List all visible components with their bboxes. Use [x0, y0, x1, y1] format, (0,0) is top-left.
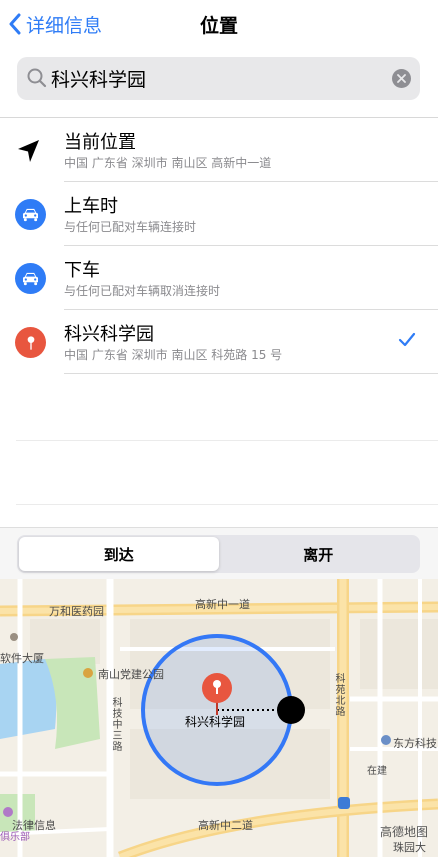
car-icon: [15, 263, 46, 294]
list-item-get-out-car[interactable]: 下车 与任何已配对车辆取消连接时: [0, 246, 438, 310]
list-item-title: 当前位置: [64, 132, 136, 153]
map-poi-label: 俱乐部: [0, 832, 30, 843]
divider: [16, 504, 438, 505]
checkmark-icon: [398, 332, 416, 347]
list-item-subtitle: 中国 广东省 深圳市 南山区 科苑路 15 号: [64, 348, 283, 362]
segment-leave[interactable]: 离开: [219, 537, 419, 571]
map-poi-label: 珠园大: [393, 841, 426, 854]
row-divider: [64, 373, 438, 374]
clear-search-button[interactable]: [392, 69, 411, 88]
radius-handle: [277, 696, 305, 724]
map-road-label: 科技中三路: [110, 697, 121, 752]
map-poi-label: 在建: [367, 766, 387, 777]
list-item-title: 上车时: [64, 196, 118, 217]
close-icon: [397, 74, 406, 83]
arrive-leave-segmented-control: 到达 离开: [17, 535, 420, 573]
map-pin-icon: [15, 327, 46, 358]
location-arrow-icon: [18, 140, 39, 162]
list-item-title: 下车: [64, 260, 100, 281]
location-list: 当前位置 中国 广东省 深圳市 南山区 高新中一道 上车时 与任何已配对车辆连接…: [0, 118, 438, 374]
chevron-left-icon: [9, 13, 21, 35]
map-view[interactable]: 高新中一道 万和医药园 软件大厦 南山党建公园 科技中三路 科兴科学园 科苑北路…: [0, 579, 438, 857]
search-input[interactable]: [51, 61, 381, 96]
map-road-label: 高新中一道: [195, 598, 250, 611]
list-item-subtitle: 与任何已配对车辆取消连接时: [64, 284, 221, 298]
map-poi-label: 东方科技: [393, 737, 437, 750]
back-button[interactable]: 详细信息: [8, 9, 102, 39]
navigation-bar: 详细信息 位置: [0, 0, 438, 48]
search-bar: [17, 57, 420, 100]
divider: [16, 440, 438, 441]
list-item-subtitle: 中国 广东省 深圳市 南山区 高新中一道: [64, 156, 272, 170]
search-icon: [27, 68, 47, 88]
pin-label: 科兴科学园: [185, 715, 246, 729]
map-road-label: 高新中二道: [198, 819, 253, 832]
list-item-current-location[interactable]: 当前位置 中国 广东省 深圳市 南山区 高新中一道: [0, 118, 438, 182]
list-item-subtitle: 与任何已配对车辆连接时: [64, 220, 197, 234]
list-item-get-in-car[interactable]: 上车时 与任何已配对车辆连接时: [0, 182, 438, 246]
back-label: 详细信息: [26, 14, 103, 37]
map-attribution: 高德地图: [380, 825, 429, 839]
map-poi-label: 软件大厦: [0, 652, 44, 665]
segment-arrive[interactable]: 到达: [19, 537, 219, 571]
map-poi-label: 南山党建公园: [98, 668, 164, 681]
map-poi-label: 万和医药园: [49, 605, 104, 618]
list-item-title: 科兴科学园: [64, 324, 154, 345]
list-item-kexing[interactable]: 科兴科学园 中国 广东省 深圳市 南山区 科苑路 15 号: [0, 310, 438, 374]
car-icon: [15, 199, 46, 230]
map-road-label: 科苑北路: [333, 673, 344, 717]
